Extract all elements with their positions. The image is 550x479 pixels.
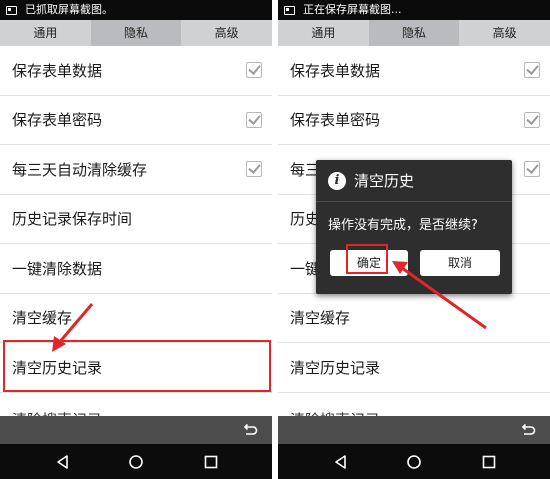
- row-label: 保存表单密码: [290, 111, 381, 130]
- right-screen: 正在保存屏幕截图... 通用 隐私 高级 保存表单数据 保存表单密码 每三 历史…: [278, 0, 550, 479]
- tab-bar: 通用 隐私 高级: [278, 20, 550, 46]
- status-text: 正在保存屏幕截图...: [303, 3, 402, 16]
- left-screen: 已抓取屏幕截图。 通用 隐私 高级 保存表单数据 保存表单密码 每三天自动清除缓…: [0, 0, 272, 479]
- row-label: 清空缓存: [12, 309, 73, 328]
- tab-advanced[interactable]: 高级: [181, 20, 272, 46]
- row-save-form-data[interactable]: 保存表单数据: [278, 46, 550, 96]
- checkbox[interactable]: [246, 161, 262, 178]
- nav-home-icon[interactable]: [406, 454, 422, 470]
- row-label: 历史记录保存时间: [12, 210, 133, 229]
- checkbox[interactable]: [524, 161, 540, 178]
- row-save-form-data[interactable]: 保存表单数据: [0, 46, 272, 96]
- status-bar: 已抓取屏幕截图。: [0, 0, 272, 20]
- row-clear-history[interactable]: 清空历史记录: [278, 343, 550, 393]
- tab-general[interactable]: 通用: [278, 20, 369, 46]
- nav-bar: [278, 444, 550, 479]
- dialog-title: 清空历史: [354, 172, 415, 190]
- row-label: 保存表单数据: [290, 61, 381, 80]
- bottom-toolbar: [278, 416, 550, 444]
- row-label: 清空缓存: [290, 309, 351, 328]
- nav-bar: [0, 444, 272, 479]
- checkbox[interactable]: [524, 111, 540, 128]
- row-label: 清空历史记录: [290, 358, 381, 377]
- tab-bar: 通用 隐私 高级: [0, 20, 272, 46]
- dialog-header: i 清空历史: [316, 160, 512, 202]
- nav-home-icon[interactable]: [128, 454, 144, 470]
- back-arrow-icon[interactable]: [520, 422, 536, 438]
- checkbox[interactable]: [524, 62, 540, 79]
- info-icon: i: [328, 171, 346, 190]
- row-save-form-password[interactable]: 保存表单密码: [278, 95, 550, 145]
- screenshot-icon: [284, 5, 295, 15]
- row-clear-cache[interactable]: 清空缓存: [278, 293, 550, 343]
- status-text: 已抓取屏幕截图。: [25, 3, 113, 16]
- row-save-form-password[interactable]: 保存表单密码: [0, 95, 272, 145]
- nav-back-icon[interactable]: [333, 454, 349, 470]
- dialog-message: 操作没有完成，是否继续?: [328, 218, 478, 233]
- bottom-toolbar: [0, 416, 272, 444]
- tab-privacy[interactable]: 隐私: [368, 20, 460, 46]
- row-label: 一键清除数据: [12, 259, 103, 278]
- row-label: 每三天自动清除缓存: [12, 160, 148, 179]
- tab-advanced[interactable]: 高级: [459, 20, 550, 46]
- highlight-box: [346, 244, 388, 274]
- tab-general[interactable]: 通用: [0, 20, 91, 46]
- cancel-button[interactable]: 取消: [420, 250, 500, 276]
- row-one-click-clear[interactable]: 一键清除数据: [0, 244, 272, 294]
- nav-recent-icon[interactable]: [203, 454, 219, 470]
- nav-recent-icon[interactable]: [481, 454, 497, 470]
- checkbox[interactable]: [246, 111, 262, 128]
- row-auto-clear-cache[interactable]: 每三天自动清除缓存: [0, 145, 272, 195]
- status-bar: 正在保存屏幕截图...: [278, 0, 550, 20]
- nav-back-icon[interactable]: [55, 454, 71, 470]
- row-history-duration[interactable]: 历史记录保存时间: [0, 194, 272, 244]
- tab-privacy[interactable]: 隐私: [90, 20, 182, 46]
- row-label: 保存表单密码: [12, 111, 103, 130]
- back-arrow-icon[interactable]: [242, 422, 258, 438]
- screenshot-icon: [6, 5, 17, 15]
- row-clear-cache[interactable]: 清空缓存: [0, 293, 272, 343]
- highlight-box: [3, 340, 271, 392]
- checkbox[interactable]: [246, 62, 262, 79]
- row-label: 保存表单数据: [12, 61, 103, 80]
